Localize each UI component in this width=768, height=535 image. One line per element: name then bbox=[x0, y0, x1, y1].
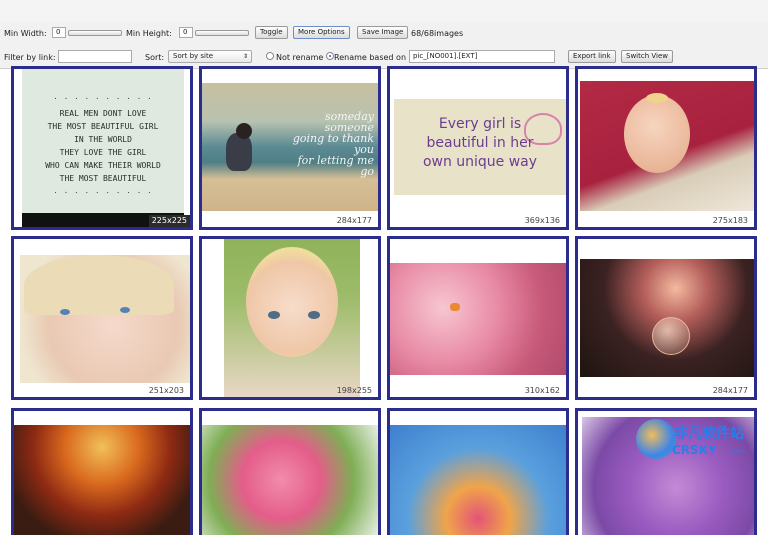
image-dimensions: 369x136 bbox=[524, 216, 560, 225]
filter-label: Filter by link: bbox=[4, 53, 56, 62]
image-tile[interactable]: Every girl is beautiful in her own uniqu… bbox=[387, 66, 569, 230]
min-height-slider[interactable] bbox=[195, 30, 249, 36]
filter-input[interactable] bbox=[58, 50, 132, 63]
image-dimensions: 284x177 bbox=[336, 216, 372, 225]
tile-image-roses bbox=[202, 425, 378, 535]
image-toolbar: Min Width: 0 Min Height: 0 Toggle More O… bbox=[0, 22, 768, 69]
toolbar-row-filter: Filter by link: Sort: Sort by site ⇕ Not … bbox=[0, 48, 768, 68]
quote-text: Every girl is beautiful in her own uniqu… bbox=[422, 116, 538, 170]
quote-dots-top: · · · · · · · · · · bbox=[53, 95, 153, 103]
sort-label: Sort: bbox=[145, 53, 165, 62]
tile-image-bokeh bbox=[580, 259, 754, 377]
image-dimensions: 225x225 bbox=[148, 215, 190, 227]
not-rename-radio[interactable] bbox=[266, 52, 274, 60]
tile-image-quote: · · · · · · · · · · REAL MEN DONT LOVE T… bbox=[22, 69, 184, 227]
sort-select[interactable]: Sort by site ⇕ bbox=[168, 50, 252, 63]
tile-image-beach: someday someone going to thank you for l… bbox=[202, 83, 378, 211]
watermark-en: CRSKY bbox=[672, 443, 717, 457]
image-tile[interactable] bbox=[387, 408, 569, 535]
watermark-logo bbox=[636, 419, 676, 459]
rename-label: Rename based on bbox=[334, 53, 407, 62]
watermark-suffix: .com bbox=[730, 448, 745, 455]
tile-image-quote: Every girl is beautiful in her own uniqu… bbox=[394, 99, 566, 195]
tile-image-blossom bbox=[390, 263, 566, 375]
image-dimensions: 251x203 bbox=[148, 386, 184, 395]
toggle-button[interactable]: Toggle bbox=[255, 26, 288, 39]
image-tile[interactable] bbox=[199, 408, 381, 535]
image-tile[interactable]: 310x162 bbox=[387, 236, 569, 400]
tile-image-baby bbox=[580, 81, 754, 211]
tile-image-caption: someday someone going to thank you for l… bbox=[292, 110, 374, 178]
more-options-button[interactable]: More Options bbox=[293, 26, 350, 39]
image-dimensions: 310x162 bbox=[524, 386, 560, 395]
watermark-cn: 非凡软件站 bbox=[674, 426, 744, 442]
chevron-updown-icon: ⇕ bbox=[242, 53, 248, 60]
min-height-label: Min Height: bbox=[126, 29, 172, 38]
rename-pattern-input[interactable]: pic_[NO001].[EXT] bbox=[409, 50, 555, 63]
top-strip bbox=[0, 0, 768, 22]
image-dimensions: 284x177 bbox=[712, 386, 748, 395]
export-link-button[interactable]: Export link bbox=[568, 50, 616, 63]
min-height-value[interactable]: 0 bbox=[179, 27, 193, 38]
toolbar-row-size: Min Width: 0 Min Height: 0 Toggle More O… bbox=[0, 24, 768, 44]
image-tile[interactable]: 198x255 bbox=[199, 236, 381, 400]
image-dimensions: 275x183 bbox=[712, 216, 748, 225]
tile-image-baby bbox=[20, 255, 190, 383]
tile-image-baby bbox=[224, 239, 360, 397]
image-tile[interactable]: · · · · · · · · · · REAL MEN DONT LOVE T… bbox=[11, 66, 193, 230]
tile-image-flowers bbox=[390, 425, 566, 535]
min-width-label: Min Width: bbox=[4, 29, 47, 38]
sort-select-value: Sort by site bbox=[173, 52, 214, 60]
image-tile[interactable]: 251x203 bbox=[11, 236, 193, 400]
site-watermark: 非凡软件站 CRSKY .com bbox=[636, 419, 756, 465]
image-count: 68/68images bbox=[411, 29, 464, 38]
min-width-slider[interactable] bbox=[68, 30, 122, 36]
not-rename-label: Not rename bbox=[276, 53, 324, 62]
image-tile[interactable]: 284x177 bbox=[575, 236, 757, 400]
image-tile[interactable] bbox=[11, 408, 193, 535]
min-width-value[interactable]: 0 bbox=[52, 27, 66, 38]
switch-view-button[interactable]: Switch View bbox=[621, 50, 673, 63]
image-dimensions: 198x255 bbox=[336, 386, 372, 395]
quote-text: REAL MEN DONT LOVE THE MOST BEAUTIFUL GI… bbox=[45, 109, 161, 183]
image-tile[interactable]: 275x183 bbox=[575, 66, 757, 230]
rename-radio[interactable] bbox=[326, 52, 334, 60]
save-image-button[interactable]: Save Image bbox=[357, 26, 409, 39]
tile-image-autumn bbox=[14, 425, 190, 535]
quote-dots-bottom: · · · · · · · · · · bbox=[53, 189, 153, 197]
image-tile[interactable]: someday someone going to thank you for l… bbox=[199, 66, 381, 230]
